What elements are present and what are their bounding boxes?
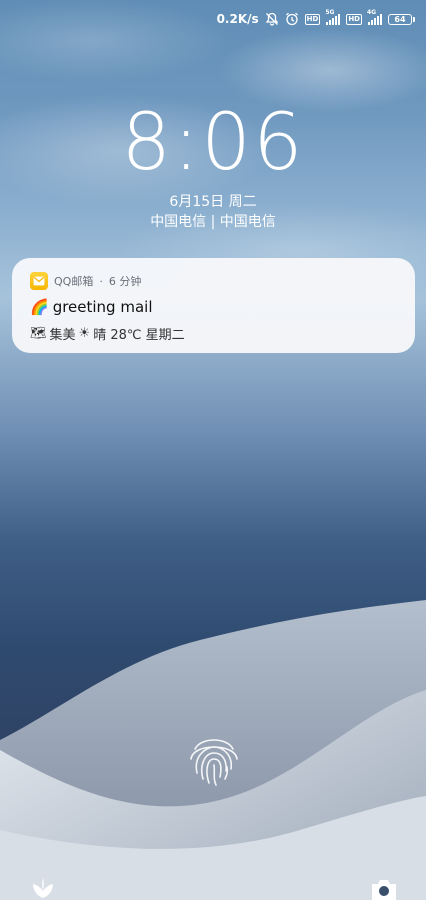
notification-separator: · <box>99 274 103 288</box>
notification-title: greeting mail <box>52 298 153 316</box>
map-icon: 🗺 <box>30 326 47 341</box>
notification-card[interactable]: QQ邮箱 · 6 分钟 🌈 greeting mail 🗺 集美 ☀ 晴 28℃… <box>12 258 415 353</box>
battery-icon: 64 <box>388 13 415 25</box>
flower-icon[interactable] <box>30 876 56 900</box>
hd-icon: HD <box>346 13 362 25</box>
signal-icon: 4G <box>367 9 382 25</box>
status-bar: 0.2K/s HD 5G HD 4G 64 <box>216 9 415 26</box>
lock-screen: 0.2K/s HD 5G HD 4G 64 8:06 6月15日 周二 中国电信… <box>0 0 426 900</box>
lock-date: 6月15日 周二 <box>169 194 257 210</box>
alarm-icon <box>285 12 299 26</box>
notification-header: QQ邮箱 · 6 分钟 <box>30 272 397 290</box>
notification-body: 🗺 集美 ☀ 晴 28℃ 星期二 <box>30 324 397 343</box>
notification-weather: 晴 28℃ 星期二 <box>93 328 185 343</box>
carrier-label: 中国电信 | 中国电信 <box>150 214 276 230</box>
notification-title-row: 🌈 greeting mail <box>30 298 397 316</box>
mute-bell-icon <box>265 12 279 26</box>
battery-level: 64 <box>394 14 406 24</box>
signal-icon: 5G <box>325 9 341 25</box>
notification-time: 6 分钟 <box>108 275 142 288</box>
hd-icon: HD <box>304 13 321 25</box>
mail-envelope-icon <box>30 272 48 290</box>
sun-icon: ☀ <box>78 326 91 341</box>
notification-app-name: QQ邮箱 <box>54 275 94 288</box>
lock-clock: 8:06 <box>121 98 305 188</box>
rainbow-icon: 🌈 <box>30 298 49 316</box>
notification-place: 集美 <box>49 328 76 343</box>
fingerprint-icon[interactable] <box>183 729 245 791</box>
camera-icon[interactable] <box>370 878 398 900</box>
network-speed: 0.2K/s <box>216 12 259 26</box>
